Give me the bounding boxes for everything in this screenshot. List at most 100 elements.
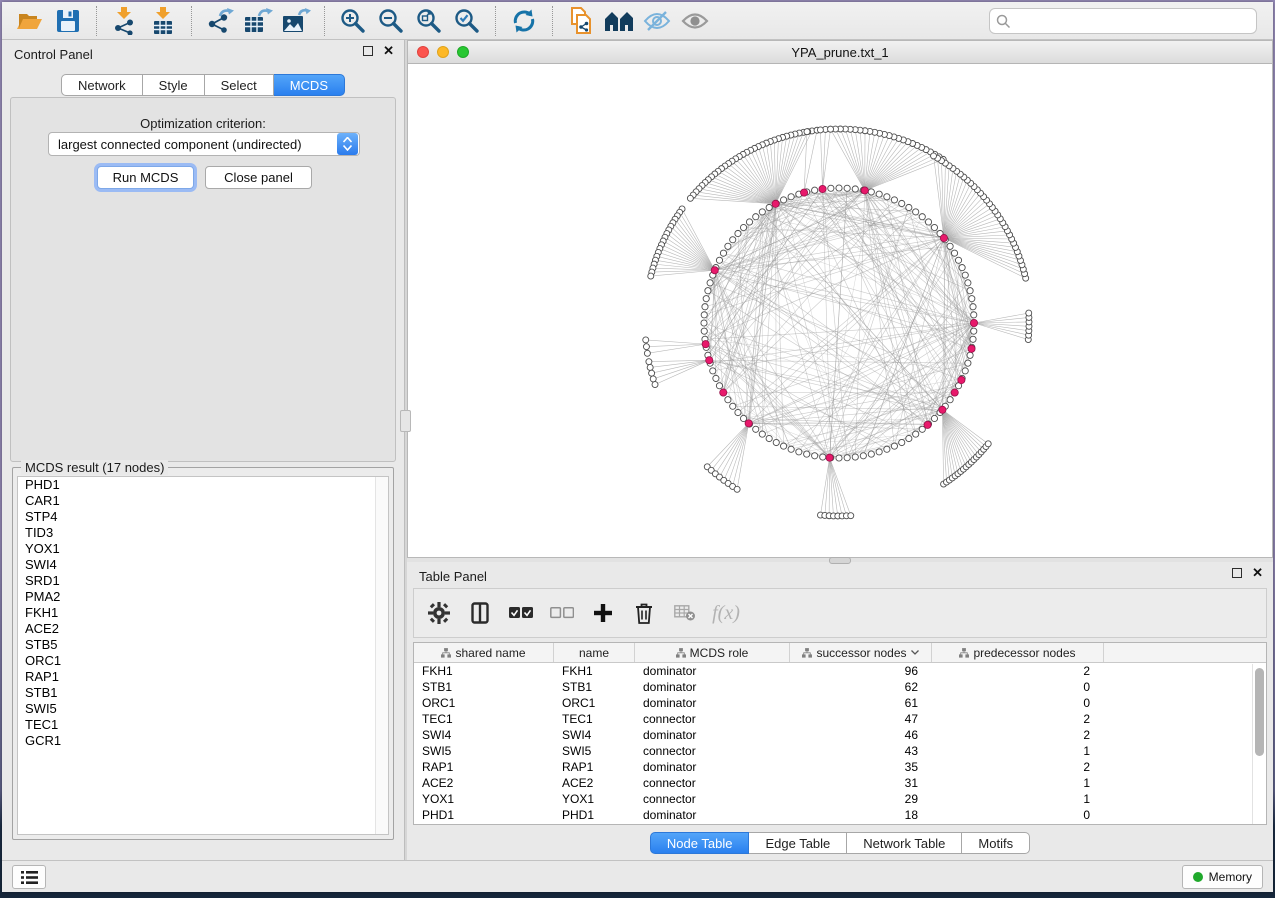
table-cell[interactable]: STB1 xyxy=(554,680,635,694)
table-cell[interactable]: YOX1 xyxy=(554,792,635,806)
horizontal-splitter-grip[interactable] xyxy=(829,557,851,564)
mcds-result-item[interactable]: SWI4 xyxy=(18,557,388,573)
table-cell[interactable]: ACE2 xyxy=(554,776,635,790)
table-cell[interactable]: SWI5 xyxy=(414,744,554,758)
mcds-result-item[interactable]: STB1 xyxy=(18,685,388,701)
delete-column-button[interactable] xyxy=(631,600,657,626)
mcds-result-item[interactable]: STP4 xyxy=(18,509,388,525)
table-scrollbar[interactable] xyxy=(1252,664,1266,824)
add-column-button[interactable] xyxy=(590,600,616,626)
mcds-result-item[interactable]: SWI5 xyxy=(18,701,388,717)
vertical-splitter-grip[interactable] xyxy=(400,410,411,432)
hide-selected-button[interactable] xyxy=(638,6,676,36)
table-row[interactable]: ACE2ACE2connector311 xyxy=(414,775,1266,791)
column-header-predecessor-nodes[interactable]: predecessor nodes xyxy=(932,643,1104,662)
table-scrollbar-thumb[interactable] xyxy=(1255,668,1264,756)
table-cell[interactable]: PHD1 xyxy=(414,808,554,822)
table-settings-button[interactable] xyxy=(426,600,452,626)
window-close-icon[interactable] xyxy=(417,46,429,58)
save-session-button[interactable] xyxy=(49,6,87,36)
float-table-panel-icon[interactable] xyxy=(1232,568,1242,578)
show-all-button[interactable] xyxy=(676,6,714,36)
table-cell[interactable]: 2 xyxy=(932,760,1104,774)
table-cell[interactable]: 46 xyxy=(790,728,932,742)
export-network-button[interactable] xyxy=(201,6,239,36)
mcds-result-item[interactable]: TID3 xyxy=(18,525,388,541)
table-cell[interactable]: 62 xyxy=(790,680,932,694)
show-columns-button[interactable] xyxy=(467,600,493,626)
open-file-button[interactable] xyxy=(11,6,49,36)
network-graph[interactable] xyxy=(408,64,1272,557)
close-panel-button[interactable]: Close panel xyxy=(205,166,312,189)
zoom-selected-button[interactable] xyxy=(448,6,486,36)
window-maximize-icon[interactable] xyxy=(457,46,469,58)
table-cell[interactable]: 35 xyxy=(790,760,932,774)
run-mcds-button[interactable]: Run MCDS xyxy=(97,166,194,189)
mcds-result-item[interactable]: STB5 xyxy=(18,637,388,653)
network-canvas[interactable] xyxy=(408,64,1272,557)
table-cell[interactable]: connector xyxy=(635,776,790,790)
table-row[interactable]: YOX1YOX1connector291 xyxy=(414,791,1266,807)
mcds-result-item[interactable]: ORC1 xyxy=(18,653,388,669)
table-cell[interactable]: 96 xyxy=(790,664,932,678)
mcds-result-item[interactable]: PHD1 xyxy=(18,477,388,493)
mcds-result-item[interactable]: GCR1 xyxy=(18,733,388,749)
table-cell[interactable]: SWI4 xyxy=(554,728,635,742)
export-table-button[interactable] xyxy=(239,6,277,36)
table-row[interactable]: RAP1RAP1dominator352 xyxy=(414,759,1266,775)
tab-edge-table[interactable]: Edge Table xyxy=(749,832,847,854)
table-cell[interactable]: 0 xyxy=(932,808,1104,822)
table-cell[interactable]: TEC1 xyxy=(414,712,554,726)
zoom-in-button[interactable] xyxy=(334,6,372,36)
table-row[interactable]: SWI5SWI5connector431 xyxy=(414,743,1266,759)
table-cell[interactable]: SWI5 xyxy=(554,744,635,758)
tab-motifs[interactable]: Motifs xyxy=(962,832,1030,854)
table-row[interactable]: STB1STB1dominator620 xyxy=(414,679,1266,695)
table-cell[interactable]: 29 xyxy=(790,792,932,806)
task-history-button[interactable] xyxy=(12,865,46,889)
table-cell[interactable]: 43 xyxy=(790,744,932,758)
table-cell[interactable]: 31 xyxy=(790,776,932,790)
table-cell[interactable]: FKH1 xyxy=(414,664,554,678)
tab-mcds[interactable]: MCDS xyxy=(274,74,345,96)
table-row[interactable]: SWI4SWI4dominator462 xyxy=(414,727,1266,743)
table-cell[interactable]: connector xyxy=(635,712,790,726)
mcds-result-item[interactable]: TEC1 xyxy=(18,717,388,733)
table-cell[interactable]: FKH1 xyxy=(554,664,635,678)
table-cell[interactable]: PHD1 xyxy=(554,808,635,822)
table-cell[interactable]: 2 xyxy=(932,728,1104,742)
table-row[interactable]: ORC1ORC1dominator610 xyxy=(414,695,1266,711)
import-network-button[interactable] xyxy=(106,6,144,36)
table-cell[interactable]: 1 xyxy=(932,792,1104,806)
tab-network-table[interactable]: Network Table xyxy=(847,832,962,854)
column-header-name[interactable]: name xyxy=(554,643,635,662)
mcds-result-item[interactable]: SRD1 xyxy=(18,573,388,589)
table-cell[interactable]: RAP1 xyxy=(554,760,635,774)
table-cell[interactable]: ORC1 xyxy=(554,696,635,710)
close-table-panel-icon[interactable]: ✕ xyxy=(1252,568,1263,578)
memory-button[interactable]: Memory xyxy=(1182,865,1263,889)
column-header-mcds-role[interactable]: MCDS role xyxy=(635,643,790,662)
refresh-view-button[interactable] xyxy=(505,6,543,36)
table-cell[interactable]: 2 xyxy=(932,664,1104,678)
table-cell[interactable]: ACE2 xyxy=(414,776,554,790)
table-cell[interactable]: 0 xyxy=(932,696,1104,710)
table-cell[interactable]: 0 xyxy=(932,680,1104,694)
table-row[interactable]: TEC1TEC1connector472 xyxy=(414,711,1266,727)
table-cell[interactable]: connector xyxy=(635,744,790,758)
delete-table-button[interactable] xyxy=(672,600,698,626)
table-cell[interactable]: dominator xyxy=(635,760,790,774)
table-cell[interactable]: dominator xyxy=(635,808,790,822)
table-cell[interactable]: dominator xyxy=(635,680,790,694)
table-cell[interactable]: 1 xyxy=(932,744,1104,758)
table-cell[interactable]: connector xyxy=(635,792,790,806)
column-header-successor-nodes[interactable]: successor nodes xyxy=(790,643,932,662)
tab-style[interactable]: Style xyxy=(143,74,205,96)
table-cell[interactable]: 2 xyxy=(932,712,1104,726)
mcds-result-item[interactable]: CAR1 xyxy=(18,493,388,509)
table-cell[interactable]: ORC1 xyxy=(414,696,554,710)
mcds-result-item[interactable]: FKH1 xyxy=(18,605,388,621)
import-table-button[interactable] xyxy=(144,6,182,36)
search-input[interactable] xyxy=(989,8,1257,34)
column-header-shared-name[interactable]: shared name xyxy=(414,643,554,662)
